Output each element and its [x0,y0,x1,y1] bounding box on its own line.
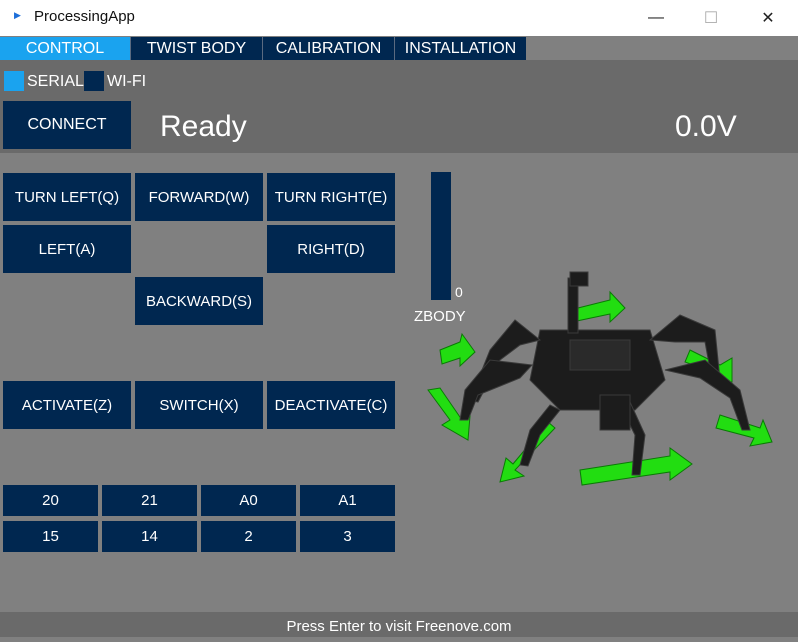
serial-checkbox[interactable] [4,71,24,91]
tab-calibration[interactable]: CALIBRATION [263,37,395,60]
activate-button[interactable]: ACTIVATE(Z) [3,381,131,429]
tab-bar: CONTROL TWIST BODY CALIBRATION INSTALLAT… [0,37,526,60]
forward-button[interactable]: FORWARD(W) [135,173,263,221]
pin-button-a0[interactable]: A0 [201,485,296,516]
right-button[interactable]: RIGHT(D) [267,225,395,273]
pin-button-21[interactable]: 21 [102,485,197,516]
voltage-readout: 0.0V [675,110,737,143]
maximize-button[interactable]: ☐ [688,0,734,36]
window-title: ProcessingApp [34,8,135,25]
robot-board [569,339,631,371]
tab-control[interactable]: CONTROL [0,37,131,60]
connect-button[interactable]: CONNECT [3,101,131,149]
pin-button-a1[interactable]: A1 [300,485,395,516]
deactivate-button[interactable]: DEACTIVATE(C) [267,381,395,429]
tab-installation[interactable]: INSTALLATION [395,37,526,60]
backward-button[interactable]: BACKWARD(S) [135,277,263,325]
pin-button-3[interactable]: 3 [300,521,395,552]
title-bar: ▶ ProcessingApp — ☐ ✕ [0,0,798,36]
robot-leg [664,359,751,431]
left-button[interactable]: LEFT(A) [3,225,131,273]
wifi-checkbox[interactable] [84,71,104,91]
footer-link[interactable]: Press Enter to visit Freenove.com [0,612,798,637]
pin-button-15[interactable]: 15 [3,521,98,552]
robot-leg [519,404,561,467]
status-text: Ready [160,110,247,143]
serial-label: SERIAL [27,73,84,90]
app-icon: ▶ [14,10,21,20]
tab-twist-body[interactable]: TWIST BODY [131,37,263,60]
switch-button[interactable]: SWITCH(X) [135,381,263,429]
robot-sensor-head [569,271,589,287]
hexapod-robot-image [427,271,773,486]
turn-right-button[interactable]: TURN RIGHT(E) [267,173,395,221]
wifi-label: WI-FI [107,73,147,90]
robot-servo [599,394,631,431]
minimize-button[interactable]: — [633,0,679,36]
close-button[interactable]: ✕ [745,0,791,36]
pin-button-14[interactable]: 14 [102,521,197,552]
arrow-left-icon [439,332,476,368]
pin-button-20[interactable]: 20 [3,485,98,516]
pin-button-2[interactable]: 2 [201,521,296,552]
robot-leg [459,359,534,421]
turn-left-button[interactable]: TURN LEFT(Q) [3,173,131,221]
